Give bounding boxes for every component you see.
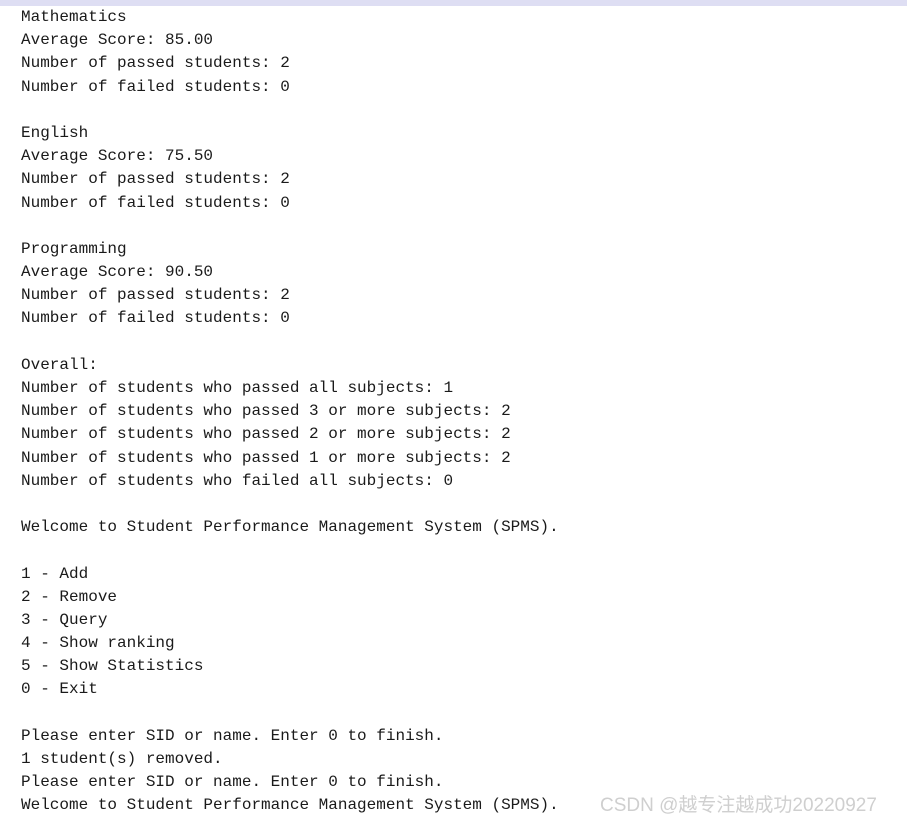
console-line: Number of passed students: 2	[21, 54, 290, 73]
console-line: English	[21, 123, 89, 142]
console-line: Average Score: 85.00	[21, 31, 214, 50]
console-line: Number of failed students: 0	[21, 193, 290, 212]
console-line: Welcome to Student Performance Managemen…	[21, 796, 559, 815]
console-line: Number of students who failed all subjec…	[21, 471, 454, 490]
console-line: Number of students who passed 1 or more …	[21, 448, 511, 467]
console-line: Please enter SID or name. Enter 0 to fin…	[21, 773, 444, 792]
console-line: Average Score: 90.50	[21, 263, 214, 282]
console-line: 4 - Show ranking	[21, 634, 175, 653]
console-line: Number of passed students: 2	[21, 286, 290, 305]
console-line: 1 - Add	[21, 564, 89, 583]
console-line: Welcome to Student Performance Managemen…	[21, 518, 559, 537]
console-line: Mathematics	[21, 8, 127, 26]
console-line: Please enter SID or name. Enter 0 to fin…	[21, 726, 444, 745]
console-line: Number of failed students: 0	[21, 77, 290, 96]
console-line: 5 - Show Statistics	[21, 657, 204, 676]
console-line: 2 - Remove	[21, 587, 118, 606]
console-line: 1 student(s) removed.	[21, 750, 223, 768]
console-output-area[interactable]: Mathematics Average Score: 85.00 Number of…	[0, 6, 907, 824]
console-line: Programming	[21, 239, 127, 258]
console-line: Number of students who passed all subjec…	[21, 379, 454, 397]
console-line: 3 - Query	[21, 610, 108, 629]
console-line: 0 - Exit	[21, 680, 98, 699]
console-line: Number of passed students: 2	[21, 170, 290, 189]
console-line: Number of failed students: 0	[21, 309, 290, 328]
console-line: Number of students who passed 3 or more …	[21, 402, 511, 421]
console-line: Overall:	[21, 355, 98, 374]
console-line: Average Score: 75.50	[21, 147, 214, 166]
console-line: Number of students who passed 2 or more …	[21, 425, 511, 444]
